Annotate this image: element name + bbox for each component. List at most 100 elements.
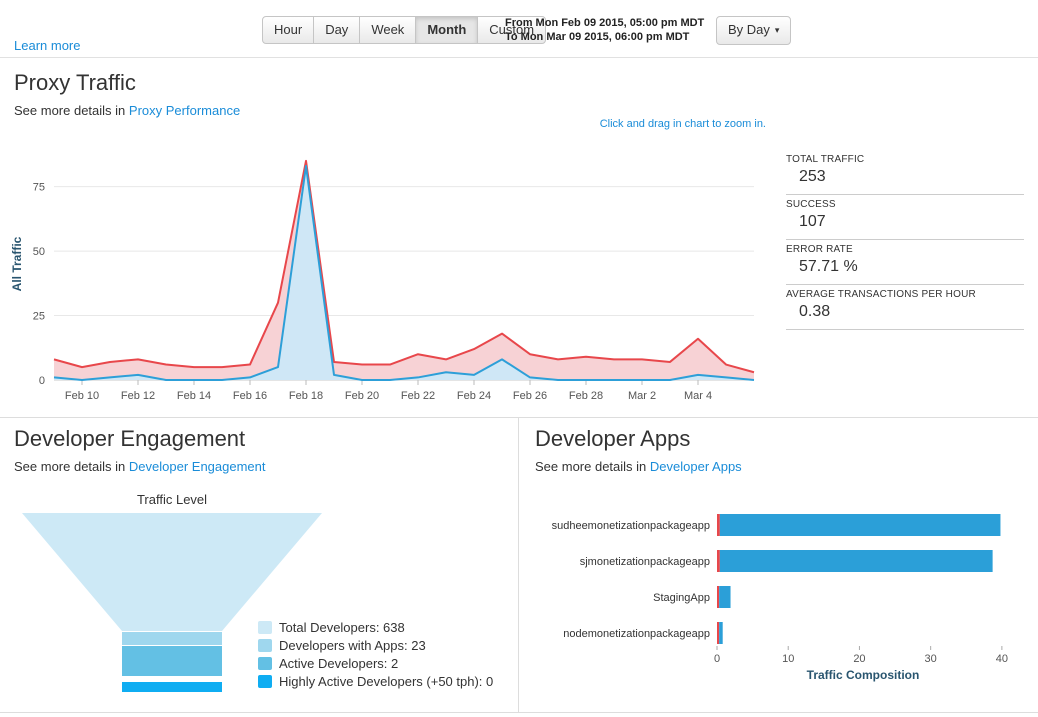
x-tick-label: 10 — [782, 653, 794, 665]
legend-swatch — [258, 620, 272, 634]
x-tick-label: Feb 18 — [289, 390, 323, 402]
proxy-traffic-chart[interactable]: 0 25 50 75 Feb 10 Feb 12 Feb 14 Feb 16 Feb 18 Feb… — [8, 134, 768, 412]
zoom-hint: Click and drag in chart to zoom in. — [599, 118, 766, 130]
legend-label: Active Developers: 2 — [279, 655, 399, 671]
y-axis-title: All Traffic — [10, 236, 24, 291]
funnel-segment-active-developers — [122, 646, 222, 676]
range-button-week[interactable]: Week — [359, 16, 417, 44]
range-button-hour[interactable]: Hour — [262, 16, 315, 44]
legend-label: Highly Active Developers (+50 tph): 0 — [279, 673, 494, 689]
range-button-month[interactable]: Month — [415, 16, 479, 44]
subtitle-text: See more details in — [14, 103, 129, 118]
legend-swatch — [258, 656, 272, 670]
legend-swatch — [258, 638, 272, 652]
x-tick-label: Feb 10 — [65, 390, 99, 402]
stat-label: SUCCESS — [786, 199, 836, 210]
legend-label: Total Developers: 638 — [279, 619, 405, 635]
success-traffic-area — [54, 166, 754, 380]
error-bar — [717, 514, 720, 536]
bar-category-label: nodemonetizationpackageapp — [563, 628, 710, 640]
developer-engagement-section: Developer Engagement See more details in… — [0, 418, 519, 712]
y-tick-label: 75 — [33, 182, 45, 194]
success-bar — [719, 514, 1001, 536]
subtitle-text: See more details in — [535, 459, 650, 474]
learn-more-link[interactable]: Learn more — [14, 38, 80, 53]
x-tick-label: 0 — [714, 653, 720, 665]
legend-item: Total Developers: 638 — [258, 618, 493, 636]
developer-apps-chart: 0 10 20 30 40 sudheemonetizationpackageapp sjm… — [552, 514, 1008, 682]
stat-label: ERROR RATE — [786, 244, 853, 255]
proxy-performance-link[interactable]: Proxy Performance — [129, 103, 240, 118]
legend-item: Highly Active Developers (+50 tph): 0 — [258, 672, 493, 690]
success-bar — [719, 622, 723, 644]
error-bar — [717, 550, 720, 572]
funnel-legend: Total Developers: 638 Developers with App… — [258, 618, 493, 690]
error-bar — [717, 622, 720, 644]
x-axis-title: Traffic Composition — [807, 668, 920, 682]
x-tick-label: 20 — [853, 653, 865, 665]
apps-subtitle: See more details in Developer Apps — [535, 459, 1022, 474]
caret-down-icon: ▾ — [774, 25, 780, 35]
success-traffic-line — [53, 165, 755, 381]
success-bar — [719, 550, 993, 572]
stat-value: 0.38 — [799, 303, 831, 320]
error-bar — [717, 586, 720, 608]
bar-category-label: sjmonetizationpackageapp — [580, 556, 710, 568]
developer-apps-section: Developer Apps See more details in Devel… — [519, 418, 1038, 712]
x-tick-label: Feb 12 — [121, 390, 155, 402]
funnel-segment-total-developers — [22, 513, 322, 631]
legend-item: Active Developers: 2 — [258, 654, 493, 672]
date-to-label: To Mon Mar 09 2015, 06:00 pm MDT — [505, 31, 690, 43]
proxy-traffic-section: Proxy Traffic See more details in Proxy … — [0, 58, 1038, 418]
range-button-day[interactable]: Day — [313, 16, 361, 44]
by-day-label: By Day — [728, 22, 770, 37]
developer-engagement-link[interactable]: Developer Engagement — [129, 459, 266, 474]
y-tick-label: 50 — [33, 246, 45, 258]
x-tick-label: 40 — [996, 653, 1008, 665]
legend-item: Developers with Apps: 23 — [258, 636, 493, 654]
traffic-stats-panel: TOTAL TRAFFIC 253 SUCCESS 107 ERROR RATE… — [786, 150, 1024, 330]
developer-apps-link[interactable]: Developer Apps — [650, 459, 742, 474]
x-tick-label: Mar 2 — [628, 390, 656, 402]
stat-total-traffic: TOTAL TRAFFIC 253 — [786, 150, 1024, 195]
x-tick-label: Mar 4 — [684, 390, 712, 402]
developer-engagement-title: Developer Engagement — [14, 426, 246, 451]
stat-error-rate: ERROR RATE 57.71 % — [786, 240, 1024, 285]
x-tick-label: 30 — [925, 653, 937, 665]
date-range-label: From Mon Feb 09 2015, 05:00 pm MDT To Mo… — [505, 16, 704, 44]
subtitle-text: See more details in — [14, 459, 129, 474]
proxy-subtitle: See more details in Proxy Performance — [14, 103, 1024, 118]
stat-value: 107 — [799, 213, 826, 230]
bar-category-label: sudheemonetizationpackageapp — [552, 520, 710, 532]
x-tick-label: Feb 16 — [233, 390, 267, 402]
all-traffic-area — [54, 160, 754, 380]
success-bar — [719, 586, 731, 608]
legend-swatch — [258, 674, 272, 688]
date-from-label: From Mon Feb 09 2015, 05:00 pm MDT — [505, 17, 705, 29]
x-tick-label: Feb 20 — [345, 390, 379, 402]
stat-avg-tph: AVERAGE TRANSACTIONS PER HOUR 0.38 — [786, 285, 1024, 330]
y-tick-label: 25 — [33, 311, 45, 323]
proxy-traffic-title: Proxy Traffic — [14, 70, 136, 95]
stat-label: AVERAGE TRANSACTIONS PER HOUR — [786, 289, 976, 300]
stat-value: 57.71 % — [799, 258, 858, 275]
engagement-subtitle: See more details in Developer Engagement — [14, 459, 504, 474]
x-tick-label: Feb 14 — [177, 390, 211, 402]
bottom-panels: Developer Engagement See more details in… — [0, 418, 1038, 712]
x-tick-label: Feb 24 — [457, 390, 491, 402]
y-tick-label: 0 — [39, 375, 45, 387]
by-day-dropdown[interactable]: By Day ▾ — [716, 16, 792, 45]
x-tick-label: Feb 26 — [513, 390, 547, 402]
x-tick-label: Feb 28 — [569, 390, 603, 402]
all-traffic-line — [53, 159, 755, 374]
funnel-title: Traffic Level — [136, 492, 208, 507]
stat-value: 253 — [799, 168, 826, 185]
x-tick-label: Feb 22 — [401, 390, 435, 402]
stat-success: SUCCESS 107 — [786, 195, 1024, 240]
funnel-segment-highly-active-developers — [122, 682, 222, 692]
range-button-group: Hour Day Week Month Custom — [262, 16, 547, 44]
bottom-divider — [0, 712, 1038, 717]
top-toolbar: Learn more Hour Day Week Month Custom Fr… — [0, 0, 1038, 58]
funnel-segment-developers-with-apps — [122, 632, 222, 645]
bar-category-label: StagingApp — [653, 592, 710, 604]
